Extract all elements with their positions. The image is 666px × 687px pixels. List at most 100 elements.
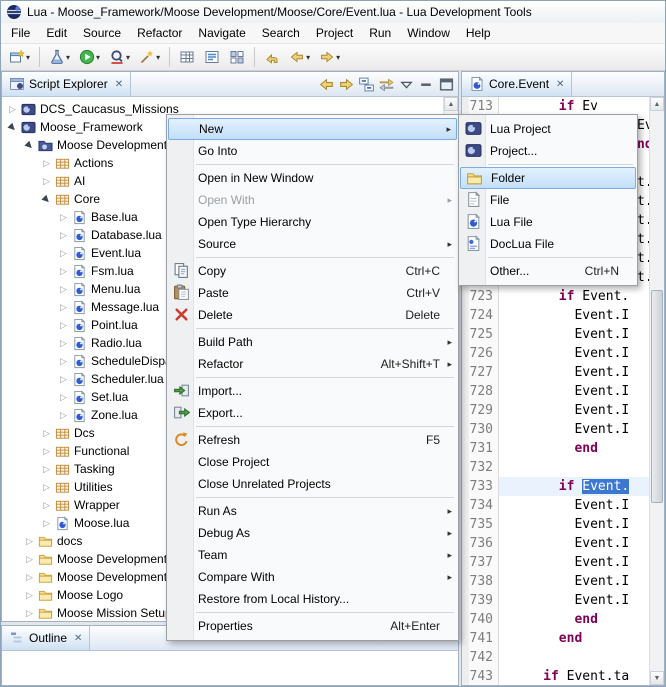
new-wizard-button[interactable]: ▾ [5,46,34,69]
new-submenu-item-project[interactable]: Project... [460,140,636,162]
close-icon[interactable]: ✕ [556,79,564,90]
expand-arrow-icon[interactable]: ▷ [57,302,70,313]
run-button[interactable]: ▾ [75,46,104,69]
expand-arrow-icon[interactable]: ▷ [57,284,70,295]
expand-arrow-icon[interactable]: ▷ [57,320,70,331]
context-menu-item-go-into[interactable]: Go Into [168,140,457,162]
expand-arrow-icon[interactable]: ▷ [23,572,36,583]
new-submenu-item-lua-file[interactable]: Lua File [460,211,636,233]
new-submenu-item-folder[interactable]: Folder [460,167,636,189]
link-with-editor-icon[interactable] [378,76,395,93]
show-grid-button[interactable] [225,46,249,69]
dropdown-arrow-icon[interactable]: ▾ [66,53,70,62]
context-menu-item-close-project[interactable]: Close Project [168,451,457,473]
context-menu-item-import[interactable]: Import... [168,380,457,402]
view-menu-icon[interactable] [398,76,415,93]
context-menu-item-open-in-new-window[interactable]: Open in New Window [168,167,457,189]
external-tools-button[interactable]: ▾ [45,46,74,69]
expand-arrow-icon[interactable]: ▷ [40,428,53,439]
context-menu-item-paste[interactable]: PasteCtrl+V [168,282,457,304]
context-menu-item-team[interactable]: Team▸ [168,544,457,566]
context-menu-item-new[interactable]: New▸ [168,118,457,140]
context-menu-item-refresh[interactable]: RefreshF5 [168,429,457,451]
expand-arrow-icon[interactable]: ▷ [57,410,70,421]
menu-run[interactable]: Run [361,24,399,42]
context-menu-item-open-type-hierarchy[interactable]: Open Type Hierarchy [168,211,457,233]
expand-arrow-icon[interactable]: ▷ [23,590,36,601]
expand-arrow-icon[interactable]: ▷ [57,338,70,349]
context-menu-item-build-path[interactable]: Build Path▸ [168,331,457,353]
maximize-icon[interactable] [438,76,455,93]
close-icon[interactable]: ✕ [74,633,82,644]
open-wizard-button[interactable]: ▾ [135,46,164,69]
tab-core-event[interactable]: Core.Event ✕ [462,72,572,96]
context-menu-item-run-as[interactable]: Run As▸ [168,500,457,522]
expand-arrow-icon[interactable]: ▷ [23,554,36,565]
context-menu-item-export[interactable]: Export... [168,402,457,424]
dropdown-arrow-icon[interactable]: ▾ [336,53,340,62]
coverage-button[interactable]: ▾ [105,46,134,69]
mark-occurrences-button[interactable] [200,46,224,69]
expand-arrow-icon[interactable]: ▷ [57,392,70,403]
context-menu-item-debug-as[interactable]: Debug As▸ [168,522,457,544]
scroll-down-icon[interactable]: ▼ [650,671,664,685]
expand-arrow-icon[interactable]: ▷ [40,158,53,169]
collapse-arrow-icon[interactable]: ▶ [21,137,38,154]
scroll-up-icon[interactable]: ▲ [444,97,458,111]
new-submenu-item-file[interactable]: File [460,189,636,211]
context-menu-item-compare-with[interactable]: Compare With▸ [168,566,457,588]
new-submenu-item-doclua-file[interactable]: DocLua File [460,233,636,255]
expand-arrow-icon[interactable]: ▷ [40,482,53,493]
expand-arrow-icon[interactable]: ▷ [23,608,36,619]
tab-script-explorer[interactable]: Script Explorer ✕ [2,72,131,96]
context-menu-item-copy[interactable]: CopyCtrl+C [168,260,457,282]
menu-source[interactable]: Source [75,24,129,42]
dropdown-arrow-icon[interactable]: ▾ [26,53,30,62]
context-menu-item-open-with[interactable]: Open With▸ [168,189,457,211]
menu-edit[interactable]: Edit [38,24,75,42]
forward-history-icon[interactable] [338,76,355,93]
expand-arrow-icon[interactable]: ▷ [57,266,70,277]
context-menu-item-restore-from-local-history[interactable]: Restore from Local History... [168,588,457,610]
context-menu-item-close-unrelated-projects[interactable]: Close Unrelated Projects [168,473,457,495]
collapse-arrow-icon[interactable]: ▶ [4,119,21,136]
dropdown-arrow-icon[interactable]: ▾ [96,53,100,62]
new-submenu-item-lua-project[interactable]: Lua Project [460,118,636,140]
scroll-thumb[interactable] [651,290,663,503]
menu-refactor[interactable]: Refactor [129,24,190,42]
context-menu-item-refactor[interactable]: RefactorAlt+Shift+T▸ [168,353,457,375]
context-menu-item-source[interactable]: Source▸ [168,233,457,255]
expand-arrow-icon[interactable]: ▷ [23,536,36,547]
new-submenu-item-other[interactable]: Other...Ctrl+N [460,260,636,282]
forward-button[interactable]: ▾ [315,46,344,69]
menu-file[interactable]: File [3,24,38,42]
menu-project[interactable]: Project [308,24,361,42]
expand-arrow-icon[interactable]: ▷ [40,446,53,457]
minimize-icon[interactable] [418,76,435,93]
expand-arrow-icon[interactable]: ▷ [57,356,70,367]
scroll-up-icon[interactable]: ▲ [650,97,664,111]
menu-navigate[interactable]: Navigate [190,24,253,42]
back-button[interactable]: ▾ [285,46,314,69]
tab-outline[interactable]: Outline ✕ [2,626,90,650]
expand-arrow-icon[interactable]: ▷ [40,518,53,529]
menu-search[interactable]: Search [254,24,308,42]
collapse-arrow-icon[interactable]: ▶ [38,191,55,208]
expand-arrow-icon[interactable]: ▷ [57,212,70,223]
expand-arrow-icon[interactable]: ▷ [40,500,53,511]
open-element-button[interactable] [175,46,199,69]
collapse-all-icon[interactable] [358,76,375,93]
menu-window[interactable]: Window [399,24,458,42]
context-menu-item-delete[interactable]: DeleteDelete [168,304,457,326]
expand-arrow-icon[interactable]: ▷ [57,374,70,385]
menu-help[interactable]: Help [458,24,499,42]
expand-arrow-icon[interactable]: ▷ [57,230,70,241]
dropdown-arrow-icon[interactable]: ▾ [156,53,160,62]
expand-arrow-icon[interactable]: ▷ [6,104,19,115]
context-menu-item-properties[interactable]: PropertiesAlt+Enter [168,615,457,637]
dropdown-arrow-icon[interactable]: ▾ [306,53,310,62]
expand-arrow-icon[interactable]: ▷ [57,248,70,259]
expand-arrow-icon[interactable]: ▷ [40,464,53,475]
last-edit-location-button[interactable] [260,46,284,69]
dropdown-arrow-icon[interactable]: ▾ [126,53,130,62]
